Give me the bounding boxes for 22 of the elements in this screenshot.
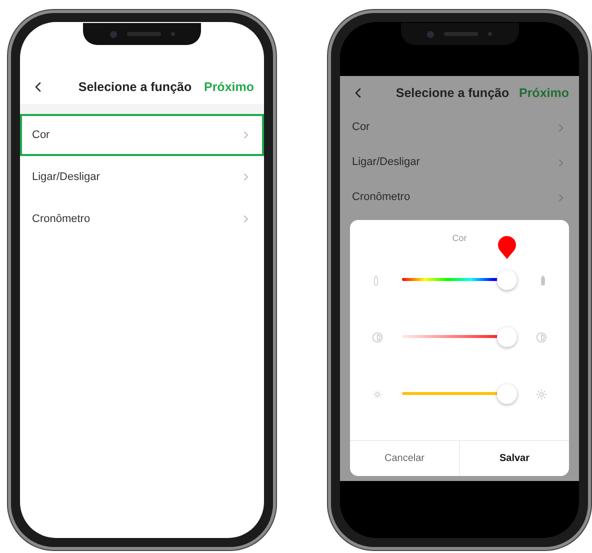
function-list-item[interactable]: Cronômetro [340, 180, 579, 215]
color-pin-icon [497, 235, 517, 259]
slider-track[interactable] [402, 269, 517, 291]
cancel-button[interactable]: Cancelar [350, 441, 459, 476]
save-button[interactable]: Salvar [459, 441, 569, 476]
slider-thumb[interactable] [497, 270, 517, 290]
dialog-title: Cor [452, 232, 467, 245]
slider-track[interactable] [402, 383, 517, 405]
screen-title: Selecione a função [396, 84, 510, 102]
contrast-icon [536, 332, 547, 342]
function-list-item[interactable]: Ligar/Desligar [340, 145, 579, 180]
sun-icon [536, 388, 547, 400]
screen-title: Selecione a função [78, 78, 192, 96]
function-list-item[interactable]: Cor [340, 110, 579, 145]
slider-track[interactable] [402, 326, 517, 348]
function-list-item[interactable]: Cor [20, 114, 264, 156]
slider-thumb[interactable] [497, 384, 517, 404]
slider-thumb[interactable] [497, 327, 517, 347]
function-list-item[interactable]: Ligar/Desligar [20, 156, 264, 198]
next-button[interactable]: Próximo [204, 78, 254, 96]
contrast-icon [372, 332, 383, 342]
function-list-item[interactable]: Cronômetro [20, 198, 264, 240]
